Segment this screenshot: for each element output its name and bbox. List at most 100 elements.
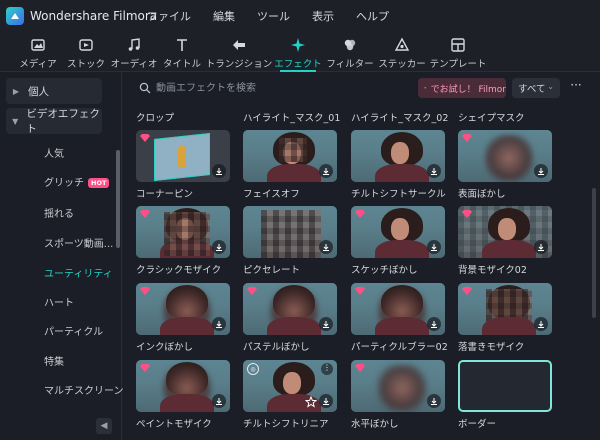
- chevron-right-icon: ▶: [12, 86, 20, 96]
- effect-card-particle-blur-02[interactable]: [351, 283, 445, 335]
- download-icon[interactable]: [212, 394, 226, 408]
- sidebar-item-sports[interactable]: スポーツ動画...: [44, 235, 113, 250]
- effect-label: ボーダー: [458, 419, 497, 430]
- sidebar-item-particle[interactable]: パーティクル: [44, 323, 103, 338]
- premium-gem-icon: [140, 134, 150, 142]
- text-t-icon: [177, 39, 187, 51]
- sidebar-item-utility[interactable]: ユーティリティ: [44, 265, 113, 280]
- effect-label: パステルぼかし: [243, 342, 310, 353]
- effect-card-paint-mosaic[interactable]: [136, 360, 230, 412]
- tool-stock[interactable]: ストック: [62, 32, 110, 72]
- tool-filter[interactable]: フィルター: [324, 32, 376, 72]
- effects-sparkle-icon: [291, 38, 305, 52]
- tool-audio[interactable]: オーディオ: [110, 32, 158, 72]
- download-icon[interactable]: [319, 394, 333, 408]
- sidebar-personal-label: 個人: [28, 85, 49, 98]
- effect-card-pixelate[interactable]: [243, 206, 337, 258]
- effect-card-corner-pin[interactable]: [136, 130, 230, 182]
- sidebar-item-glitch-label: グリッチ: [44, 178, 84, 189]
- resource-toolbar: メディア ストック オーディオ タイトル トランジション エフェクト フィルター…: [0, 32, 600, 72]
- menu-view[interactable]: 表示: [301, 8, 345, 24]
- sidebar-personal[interactable]: ▶ 個人: [6, 78, 102, 104]
- effect-card-classic-mosaic[interactable]: [136, 206, 230, 258]
- filter-selected-value: すべて: [518, 84, 546, 95]
- sidebar-item-multiscreen[interactable]: マルチスクリーン: [44, 382, 124, 397]
- premium-gem-icon: [462, 287, 472, 295]
- premium-gem-icon: [355, 210, 365, 218]
- effect-label: チルトシフトリニア: [243, 419, 329, 430]
- tool-template[interactable]: テンプレート: [428, 32, 488, 72]
- app-name: Wondershare Filmora: [30, 9, 158, 23]
- effect-label: インクぼかし: [136, 342, 194, 353]
- column-label: クロップ: [136, 113, 175, 124]
- free-trial-label: でお試し！ Filmor: [430, 84, 506, 95]
- effect-label: コーナーピン: [136, 189, 194, 200]
- download-icon[interactable]: [427, 164, 441, 178]
- download-icon[interactable]: [534, 164, 548, 178]
- menu-help[interactable]: ヘルプ: [345, 8, 400, 24]
- collapse-sidebar-button[interactable]: ◀: [96, 418, 112, 434]
- effect-card-surface-blur[interactable]: [458, 130, 552, 182]
- download-icon[interactable]: [212, 317, 226, 331]
- more-vertical-icon[interactable]: ⋮: [321, 363, 333, 375]
- effect-label: 落書きモザイク: [458, 342, 525, 353]
- effect-card-tilt-shift-circle[interactable]: [351, 130, 445, 182]
- chevron-down-icon: ⌄: [547, 82, 554, 91]
- effect-card-horizontal-blur[interactable]: [351, 360, 445, 412]
- effect-label: クラシックモザイク: [136, 265, 222, 276]
- menu-edit[interactable]: 編集: [202, 8, 246, 24]
- effect-card-border[interactable]: [458, 360, 552, 412]
- effect-label: ピクセレート: [243, 265, 301, 276]
- search-input[interactable]: [156, 81, 316, 95]
- effect-card-ink-blur[interactable]: [136, 283, 230, 335]
- menu-file[interactable]: ファイル: [136, 8, 202, 24]
- effects-grid-scrollbar[interactable]: [592, 188, 596, 318]
- download-icon[interactable]: [319, 164, 333, 178]
- effect-card-tilt-shift-linear[interactable]: ◎ ⋮: [243, 360, 337, 412]
- effect-card-pastel-blur[interactable]: [243, 283, 337, 335]
- effect-card-sketch-blur[interactable]: [351, 206, 445, 258]
- effect-card-background-mosaic-02[interactable]: [458, 206, 552, 258]
- premium-gem-icon: [424, 87, 427, 89]
- search-bar: でお試し！ Filmor すべて ⌄ ···: [122, 72, 600, 104]
- download-icon[interactable]: [534, 317, 548, 331]
- star-favorite-icon[interactable]: [305, 396, 317, 408]
- download-icon[interactable]: [427, 317, 441, 331]
- download-icon[interactable]: [212, 164, 226, 178]
- effect-label: 表面ぼかし: [458, 189, 506, 200]
- tool-effects[interactable]: エフェクト: [272, 32, 324, 72]
- tool-transition[interactable]: トランジション: [206, 32, 272, 72]
- premium-gem-icon: [140, 287, 150, 295]
- effect-label: 水平ぼかし: [351, 419, 399, 430]
- sidebar-item-glitch[interactable]: グリッチ HOT: [44, 174, 110, 189]
- menu-tools[interactable]: ツール: [246, 8, 301, 24]
- effects-grid: クロップ ハイライト_マスク_01 ハイライト_マスク_02 シェイプマスク コ…: [122, 104, 592, 440]
- sidebar-item-heart[interactable]: ハート: [44, 294, 74, 309]
- free-trial-button[interactable]: でお試し！ Filmor: [418, 78, 506, 98]
- download-icon[interactable]: [212, 240, 226, 254]
- sidebar-item-featured[interactable]: 特集: [44, 353, 64, 368]
- title-bar: Wondershare Filmora ファイル 編集 ツール 表示 ヘルプ: [0, 0, 600, 32]
- tool-media[interactable]: メディア: [14, 32, 62, 72]
- download-icon[interactable]: [427, 394, 441, 408]
- sidebar-item-popular[interactable]: 人気: [44, 145, 64, 160]
- effect-card-graffiti-mosaic[interactable]: [458, 283, 552, 335]
- sidebar-item-shake[interactable]: 揺れる: [44, 205, 74, 220]
- download-icon[interactable]: [534, 240, 548, 254]
- effect-card-face-off[interactable]: [243, 130, 337, 182]
- sidebar-video-effects[interactable]: ▼ ビデオエフェクト: [6, 108, 102, 135]
- filter-dropdown[interactable]: すべて ⌄: [512, 78, 560, 98]
- more-options-button[interactable]: ···: [568, 78, 584, 98]
- filmora-logo-icon: [6, 7, 24, 25]
- tool-sticker[interactable]: ステッカー: [376, 32, 428, 72]
- download-icon[interactable]: [319, 317, 333, 331]
- sidebar-scrollbar[interactable]: [116, 150, 120, 248]
- tool-title[interactable]: タイトル: [158, 32, 206, 72]
- stock-icon: [79, 39, 93, 51]
- filter-icon: [344, 39, 356, 51]
- download-icon[interactable]: [427, 240, 441, 254]
- ai-badge-icon: ◎: [247, 363, 259, 375]
- media-icon: [31, 39, 45, 51]
- search-icon: [139, 82, 151, 94]
- download-icon[interactable]: [319, 240, 333, 254]
